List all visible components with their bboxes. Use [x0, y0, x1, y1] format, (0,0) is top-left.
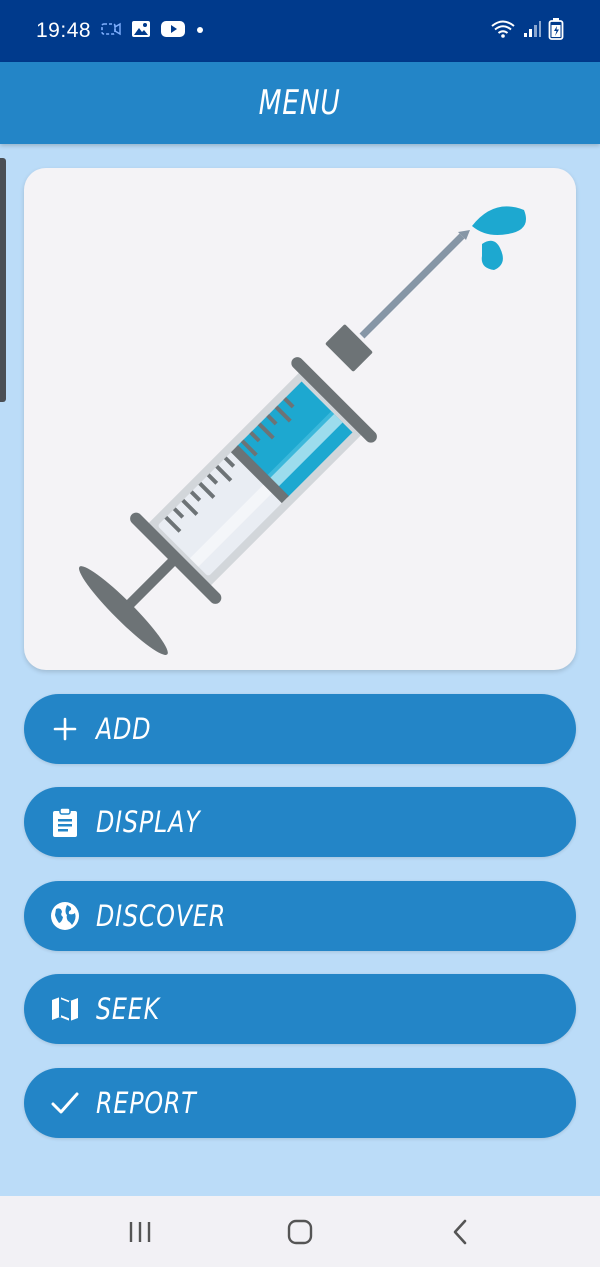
status-bar: 19:48 [0, 0, 600, 62]
system-nav-bar [0, 1196, 600, 1267]
checkmark-icon [50, 1088, 80, 1118]
globe-icon [50, 901, 80, 931]
youtube-icon [161, 20, 186, 43]
discover-button[interactable]: DISCOVER [24, 881, 576, 951]
signal-icon [522, 19, 542, 44]
add-button-label: ADD [96, 712, 152, 746]
syringe-illustration [78, 206, 526, 656]
seek-button[interactable]: SEEK [24, 974, 576, 1044]
report-button[interactable]: REPORT [24, 1068, 576, 1138]
display-button[interactable]: DISPLAY [24, 787, 576, 857]
report-button-label: REPORT [96, 1086, 197, 1120]
screen-record-icon [101, 21, 121, 42]
status-time: 19:48 [36, 19, 92, 42]
back-icon[interactable] [430, 1202, 490, 1262]
battery-icon [548, 17, 564, 45]
page-title: MENU [258, 83, 341, 123]
gallery-icon [131, 20, 151, 43]
app-bar: MENU [0, 62, 600, 144]
recents-icon[interactable] [110, 1202, 170, 1262]
seek-button-label: SEEK [96, 992, 161, 1026]
discover-button-label: DISCOVER [96, 899, 227, 933]
hero-card [24, 168, 576, 670]
display-button-label: DISPLAY [96, 805, 201, 839]
add-button[interactable]: ADD [24, 694, 576, 764]
plus-icon [50, 714, 80, 744]
clipboard-icon [50, 807, 80, 837]
wifi-icon [490, 19, 516, 44]
map-icon [50, 994, 80, 1024]
edge-panel-handle[interactable] [0, 158, 6, 402]
home-icon[interactable] [270, 1202, 330, 1262]
notification-dot-icon [195, 22, 205, 40]
